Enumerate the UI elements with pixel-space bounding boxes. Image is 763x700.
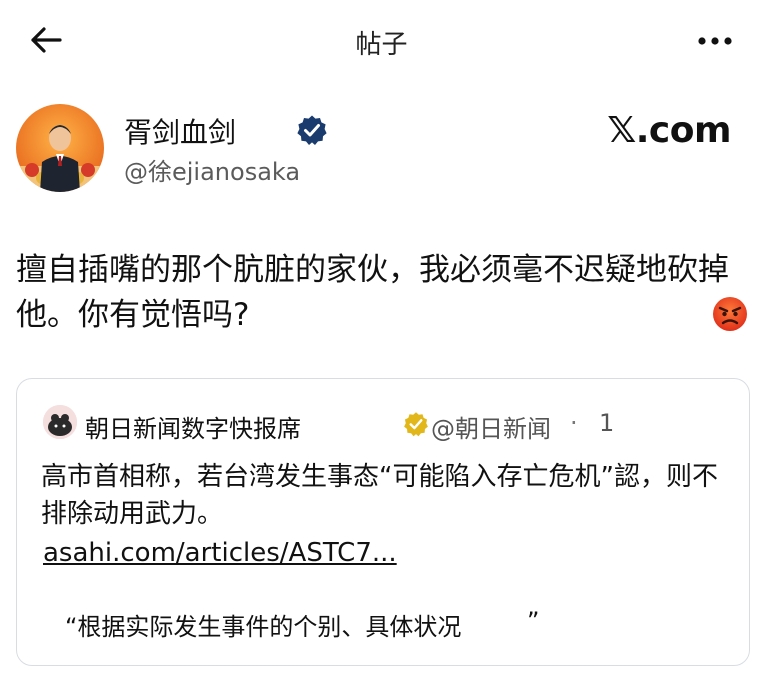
author-display-name[interactable]: 胥剑血剑	[124, 111, 236, 151]
page-title: 帖子	[355, 30, 408, 60]
author-handle[interactable]: @徐ejianosaka	[124, 152, 300, 187]
more-options-button[interactable]	[693, 26, 737, 56]
meta-separator: ·	[570, 409, 578, 437]
x-com-logo: 𝕏.com	[607, 110, 731, 151]
quoted-post-time: 1	[599, 409, 615, 437]
verified-badge-icon	[297, 115, 327, 145]
avatar-image	[43, 405, 77, 439]
quoted-author-name[interactable]: 朝日新闻数字快报席	[85, 409, 301, 444]
angry-face-icon	[713, 297, 747, 331]
quoted-author-handle[interactable]: @朝日新闻	[431, 409, 551, 444]
author-avatar[interactable]	[16, 104, 104, 192]
quoted-excerpt-close: ”	[527, 607, 540, 635]
top-bar: 帖子	[0, 0, 763, 80]
quoted-excerpt: “根据实际发生事件的个别、具体状况	[65, 613, 462, 641]
gold-verified-badge-icon	[404, 412, 428, 437]
post-body-text: 擅自插嘴的那个肮脏的家伙，我必须毫不迟疑地砍掉他。你有觉悟吗?	[16, 252, 729, 333]
avatar-image	[16, 104, 104, 192]
quoted-post-card[interactable]: 朝日新闻数字快报席 @朝日新闻 · 1 高市首相称，若台湾发生事态“可能陷入存亡…	[16, 378, 750, 666]
quoted-post-text: 高市首相称，若台湾发生事态“可能陷入存亡危机”認，则不排除动用武力。	[41, 462, 718, 529]
quoted-author-avatar[interactable]	[43, 405, 77, 439]
more-horizontal-icon	[698, 37, 732, 45]
quoted-post-link[interactable]: asahi.com/articles/ASTC7...	[43, 538, 397, 568]
